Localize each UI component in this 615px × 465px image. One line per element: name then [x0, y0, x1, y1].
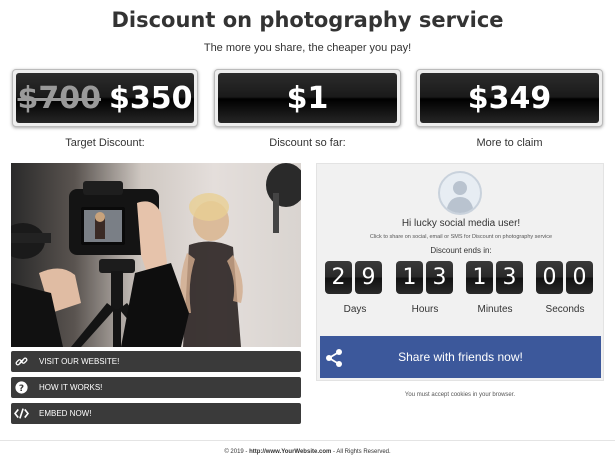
hours-digit-2: 3 — [426, 261, 453, 294]
minutes-digit-1: 1 — [466, 261, 493, 294]
how-it-works-button[interactable]: ? HOW IT WORKS! — [11, 377, 301, 398]
remaining-box: $349 — [416, 69, 603, 127]
embed-now-label: EMBED NOW! — [39, 409, 92, 418]
avatar — [438, 171, 482, 215]
hours-label: Hours — [411, 304, 439, 315]
photographer-image — [11, 163, 301, 347]
days-digit-2: 9 — [355, 261, 382, 294]
target-discount-label: Target Discount: — [65, 137, 145, 149]
more-to-claim-label: More to claim — [476, 137, 543, 149]
current-discount-box: $1 — [214, 69, 401, 127]
minutes-label: Minutes — [477, 304, 513, 315]
days-digit-1: 2 — [325, 261, 352, 294]
footer-suffix: - All Rights Reserved. — [331, 449, 391, 455]
share-icon — [324, 348, 344, 368]
question-icon: ? — [11, 377, 31, 398]
discount-so-far-label: Discount so far: — [269, 137, 346, 149]
share-panel: Hi lucky social media user! Click to sha… — [316, 163, 604, 381]
how-it-works-label: HOW IT WORKS! — [39, 383, 103, 392]
embed-now-button[interactable]: EMBED NOW! — [11, 403, 301, 424]
target-price: $350 — [109, 80, 193, 116]
footer-prefix: © 2019 - — [224, 449, 250, 455]
visit-website-label: VISIT OUR WEBSITE! — [39, 357, 120, 366]
current-discount: $1 — [286, 80, 329, 116]
page: Discount on photography service The more… — [0, 0, 615, 465]
code-icon — [11, 403, 31, 424]
share-button[interactable]: Share with friends now! — [320, 336, 601, 378]
remaining-amount: $349 — [467, 80, 552, 116]
seconds-digit-1: 0 — [536, 261, 563, 294]
cookies-note: You must accept cookies in your browser. — [404, 392, 516, 398]
svg-text:?: ? — [18, 384, 23, 394]
link-icon — [11, 351, 31, 372]
minutes-digit-2: 3 — [496, 261, 523, 294]
days-label: Days — [343, 304, 367, 315]
share-button-label: Share with friends now! — [398, 350, 523, 364]
hours-digit-1: 1 — [396, 261, 423, 294]
discount-ends-label: Discount ends in: — [430, 246, 492, 255]
greeting: Hi lucky social media user! — [401, 218, 521, 229]
footer-divider — [0, 440, 615, 441]
page-title: Discount on photography service — [111, 8, 504, 32]
page-subtitle: The more you share, the cheaper you pay! — [203, 42, 412, 54]
original-price: $700 — [17, 80, 102, 116]
seconds-label: Seconds — [545, 304, 585, 315]
share-instruction: Click to share on social, email or SMS f… — [369, 234, 553, 240]
seconds-digit-2: 0 — [566, 261, 593, 294]
footer: © 2019 - http://www.YourWebsite.com - Al… — [0, 449, 615, 455]
visit-website-button[interactable]: VISIT OUR WEBSITE! — [11, 351, 301, 372]
target-price-box: $700 $350 — [12, 69, 198, 127]
footer-website-link[interactable]: http://www.YourWebsite.com — [249, 449, 331, 455]
